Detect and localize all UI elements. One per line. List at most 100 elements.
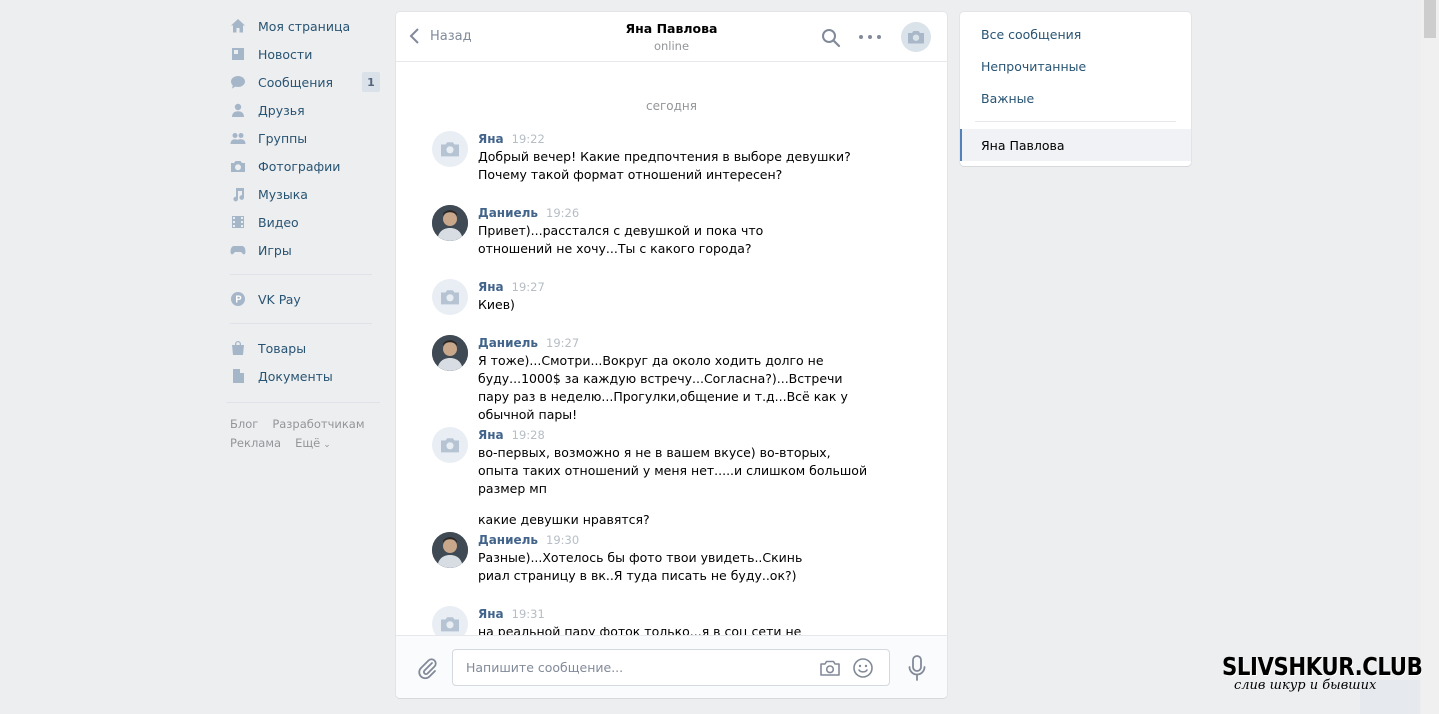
message-text: Киев): [478, 297, 515, 312]
search-icon[interactable]: [821, 28, 841, 48]
message-time: 19:22: [511, 132, 545, 146]
nav-item-friends[interactable]: Друзья: [226, 96, 382, 124]
camera-icon[interactable]: [819, 658, 841, 678]
nav-item-my-page[interactable]: Моя страница: [226, 12, 382, 40]
message-item: Даниель 19:27 Я тоже)...Смотри...Вокруг д…: [432, 335, 912, 424]
nav-label: Видео: [258, 214, 299, 230]
message-text: на реальной пару фоток только...я в соц …: [478, 624, 802, 635]
message-text: Привет)...расстался с девушкой и пока чт…: [478, 223, 764, 256]
microphone-icon[interactable]: [906, 654, 928, 682]
nav-item-vkpay[interactable]: VK Pay: [226, 285, 382, 313]
message-item: Яна 19:31 на реальной пару фоток только..…: [432, 606, 912, 635]
message-text: во-первых, возможно я не в вашем вкусе) …: [478, 445, 868, 496]
scrollbar-thumb[interactable]: [1424, 0, 1436, 38]
footer-link-ads[interactable]: Реклама: [230, 434, 281, 453]
message-text: какие девушки нравятся?: [478, 512, 650, 527]
chat-header: Назад Яна Павлова online: [396, 12, 947, 62]
footer-link-more[interactable]: Ещё ⌄: [295, 434, 331, 455]
camera-icon: [441, 290, 459, 305]
nav-label: Сообщения: [258, 74, 334, 90]
nav-item-photos[interactable]: Фотографии: [226, 152, 382, 180]
menu-item-unread[interactable]: Непрочитанные: [960, 50, 1191, 82]
user-avatar-photo[interactable]: [432, 335, 468, 371]
nav-label: Игры: [258, 242, 292, 258]
message-item: Даниель 19:30 Разные)...Хотелось бы фото …: [432, 532, 912, 585]
person-photo-icon: [432, 335, 468, 371]
camera-icon: [441, 617, 459, 632]
message-composer: [396, 635, 947, 698]
message-text: Я тоже)...Смотри...Вокруг да около ходит…: [478, 353, 848, 422]
paperclip-icon[interactable]: [416, 656, 438, 680]
message-time: 19:31: [511, 607, 545, 621]
nav-label: Документы: [258, 368, 333, 384]
message-author[interactable]: Яна: [478, 132, 504, 146]
message-input[interactable]: [453, 650, 793, 685]
news-icon: [230, 46, 246, 62]
nav-label: Группы: [258, 130, 308, 146]
more-actions-icon[interactable]: [859, 29, 881, 45]
menu-item-important[interactable]: Важные: [960, 82, 1191, 114]
camera-icon: [441, 438, 459, 453]
friends-icon: [230, 102, 246, 118]
nav-label: Моя страница: [258, 18, 351, 34]
message-text: Добрый вечер! Какие предпочтения в выбор…: [478, 149, 851, 182]
smile-icon[interactable]: [852, 657, 874, 679]
user-avatar[interactable]: [432, 606, 468, 635]
left-navigation: Моя страница Новости Сообщения 1 Друзья …: [226, 12, 382, 455]
user-avatar-photo[interactable]: [432, 205, 468, 241]
footer-more-label: Ещё: [295, 436, 321, 450]
user-avatar[interactable]: [432, 131, 468, 167]
nav-item-music[interactable]: Музыка: [226, 180, 382, 208]
message-item: Яна 19:22 Добрый вечер! Какие предпочтени…: [432, 131, 912, 184]
message-author[interactable]: Даниель: [478, 206, 538, 220]
messages-filter-menu: Все сообщения Непрочитанные Важные Яна П…: [960, 12, 1191, 166]
message-author[interactable]: Яна: [478, 280, 504, 294]
footer-link-blog[interactable]: Блог: [230, 415, 258, 434]
person-photo-icon: [432, 532, 468, 568]
user-avatar[interactable]: [432, 427, 468, 463]
messages-icon: [230, 74, 246, 90]
groups-icon: [230, 130, 246, 146]
nav-label: Товары: [258, 340, 307, 356]
nav-item-video[interactable]: Видео: [226, 208, 382, 236]
message-history[interactable]: сегодня Яна 19:22 Добрый вечер! Какие пре…: [396, 63, 947, 635]
peer-avatar[interactable]: [901, 22, 931, 52]
nav-item-goods[interactable]: Товары: [226, 334, 382, 362]
date-separator: сегодня: [646, 99, 697, 113]
nav-label: Друзья: [258, 102, 305, 118]
person-photo-icon: [432, 205, 468, 241]
message-time: 19:27: [511, 280, 545, 294]
nav-label: Новости: [258, 46, 313, 62]
watermark-title: SLIVSHKUR.CLUB: [1222, 652, 1423, 681]
nav-item-news[interactable]: Новости: [226, 40, 382, 68]
page-scrollbar[interactable]: [1421, 0, 1439, 714]
message-item: Даниель 19:26 Привет)...расстался с девуш…: [432, 205, 912, 258]
messages-counter-badge: 1: [362, 72, 380, 92]
nav-label: VK Pay: [258, 291, 301, 307]
nav-item-messages[interactable]: Сообщения 1: [226, 68, 382, 96]
nav-item-documents[interactable]: Документы: [226, 362, 382, 390]
vkpay-icon: [230, 291, 246, 307]
user-avatar[interactable]: [432, 279, 468, 315]
menu-item-all-messages[interactable]: Все сообщения: [960, 18, 1191, 50]
documents-icon: [230, 368, 246, 384]
message-input-wrapper: [452, 649, 890, 686]
message-time: 19:26: [546, 206, 580, 220]
chevron-down-icon: ⌄: [323, 440, 331, 450]
peer-name[interactable]: Яна Павлова: [626, 21, 718, 36]
footer-link-developers[interactable]: Разработчикам: [272, 415, 364, 434]
camera-icon: [908, 31, 924, 44]
nav-divider: [230, 323, 372, 324]
chat-panel: Назад Яна Павлова online сегодня Яна 19:2…: [396, 12, 947, 698]
nav-item-groups[interactable]: Группы: [226, 124, 382, 152]
message-author[interactable]: Яна: [478, 428, 504, 442]
message-text: Разные)...Хотелось бы фото твои увидеть.…: [478, 550, 803, 583]
menu-item-active-chat[interactable]: Яна Павлова: [960, 129, 1191, 161]
games-icon: [230, 242, 246, 258]
user-avatar-photo[interactable]: [432, 532, 468, 568]
message-item: Яна 19:27 Киев): [432, 279, 912, 315]
message-author[interactable]: Яна: [478, 607, 504, 621]
message-author[interactable]: Даниель: [478, 336, 538, 350]
message-author[interactable]: Даниель: [478, 533, 538, 547]
nav-item-games[interactable]: Игры: [226, 236, 382, 264]
